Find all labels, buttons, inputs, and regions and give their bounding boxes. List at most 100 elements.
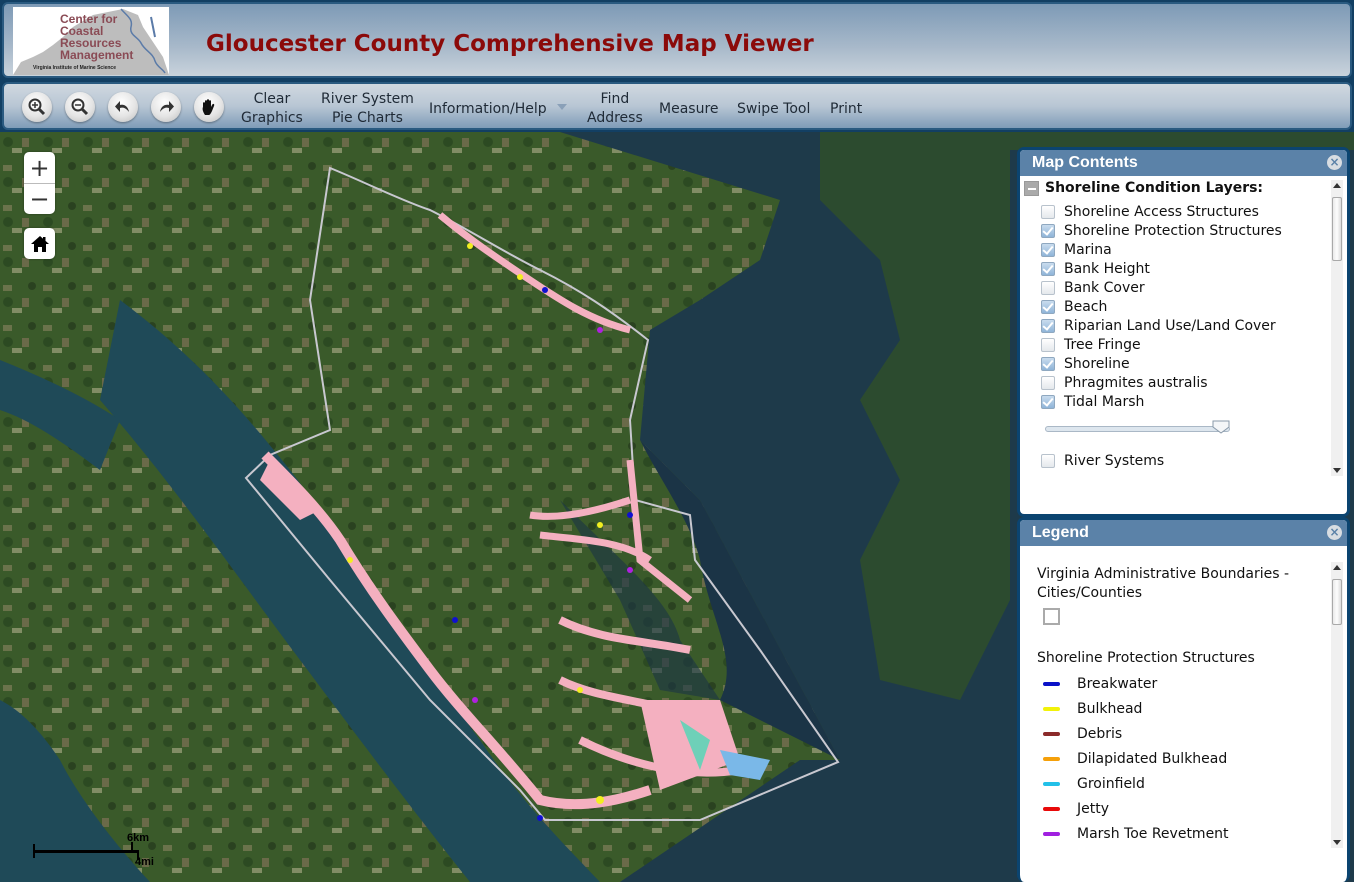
legend-swatch bbox=[1043, 756, 1060, 761]
map-contents-title: Map Contents bbox=[1032, 154, 1138, 171]
zoom-out-icon bbox=[71, 98, 89, 116]
legend-label: Jetty bbox=[1077, 800, 1110, 817]
legend-label: Marsh Toe Revetment bbox=[1077, 825, 1229, 842]
layer-checkbox[interactable] bbox=[1041, 242, 1055, 257]
layer-item[interactable]: Bank Height bbox=[1041, 259, 1150, 278]
zoom-out-tool-button[interactable] bbox=[65, 92, 95, 122]
legend-swatch bbox=[1043, 831, 1060, 836]
zoom-in-tool-button[interactable] bbox=[22, 92, 52, 122]
close-icon[interactable]: × bbox=[1327, 525, 1342, 540]
clear-graphics-line2: Graphics bbox=[241, 110, 303, 126]
information-help-menu[interactable]: Information/Help bbox=[429, 100, 567, 119]
zoom-in-icon bbox=[28, 98, 46, 116]
shoreline-group-header[interactable]: Shoreline Condition Layers: bbox=[1024, 180, 1263, 196]
layer-item[interactable]: Shoreline bbox=[1041, 354, 1130, 373]
pan-button[interactable] bbox=[194, 92, 224, 122]
find-address-button[interactable]: Find Address bbox=[587, 90, 643, 128]
home-icon bbox=[30, 235, 49, 252]
layer-label: Shoreline Access Structures bbox=[1064, 203, 1259, 220]
layer-checkbox[interactable] bbox=[1041, 261, 1055, 276]
map-zoom-in-button[interactable]: + bbox=[24, 152, 55, 183]
legend-swatch bbox=[1043, 706, 1060, 711]
layer-label: Shoreline bbox=[1064, 355, 1130, 372]
river-pie-line1: River System bbox=[321, 91, 414, 107]
information-help-label: Information/Help bbox=[429, 101, 547, 117]
layer-checkbox[interactable] bbox=[1041, 375, 1055, 390]
boundary-swatch bbox=[1043, 608, 1060, 625]
zoom-control: + − bbox=[24, 152, 55, 214]
logo-subtitle: Virginia Institute of Marine Science bbox=[33, 65, 116, 71]
logo-line4: Management bbox=[60, 48, 134, 62]
river-systems-label: River Systems bbox=[1064, 452, 1165, 469]
shoreline-group-label: Shoreline Condition Layers: bbox=[1045, 180, 1264, 196]
layer-label: Tidal Marsh bbox=[1064, 393, 1145, 410]
layer-checkbox[interactable] bbox=[1041, 204, 1055, 219]
layer-item[interactable]: Shoreline Protection Structures bbox=[1041, 221, 1282, 240]
layer-label: Bank Height bbox=[1064, 260, 1150, 277]
legend-title: Legend bbox=[1032, 524, 1089, 541]
undo-arrow-icon bbox=[115, 101, 129, 112]
hand-icon bbox=[202, 99, 215, 115]
print-button[interactable]: Print bbox=[830, 100, 862, 119]
header: Center for Coastal Resources Management … bbox=[0, 0, 1354, 80]
chevron-down-icon bbox=[556, 104, 567, 110]
opacity-slider-track[interactable] bbox=[1045, 426, 1230, 432]
layer-item[interactable]: Riparian Land Use/Land Cover bbox=[1041, 316, 1276, 335]
collapse-icon[interactable] bbox=[1024, 180, 1039, 196]
redo-arrow-icon bbox=[160, 101, 174, 112]
ccrm-logo: Center for Coastal Resources Management … bbox=[13, 7, 169, 75]
layer-item[interactable]: Shoreline Access Structures bbox=[1041, 202, 1259, 221]
layer-label: Beach bbox=[1064, 298, 1108, 315]
layer-item[interactable]: Phragmites australis bbox=[1041, 373, 1208, 392]
home-button[interactable] bbox=[24, 228, 55, 259]
find-address-line1: Find bbox=[600, 91, 630, 107]
legend-label: Groinfield bbox=[1077, 775, 1145, 792]
layer-item[interactable]: Tree Fringe bbox=[1041, 335, 1141, 354]
next-extent-button[interactable] bbox=[151, 92, 181, 122]
clear-graphics-button[interactable]: Clear Graphics bbox=[241, 90, 303, 128]
legend-label: Breakwater bbox=[1077, 675, 1158, 692]
river-pie-charts-button[interactable]: River System Pie Charts bbox=[321, 90, 414, 128]
layer-checkbox[interactable] bbox=[1041, 318, 1055, 333]
layer-checkbox[interactable] bbox=[1041, 394, 1055, 409]
layer-checkbox[interactable] bbox=[1041, 280, 1055, 295]
river-systems-checkbox[interactable] bbox=[1041, 453, 1055, 468]
layer-river-systems[interactable]: River Systems bbox=[1041, 451, 1164, 470]
layer-item[interactable]: Beach bbox=[1041, 297, 1107, 316]
layer-label: Bank Cover bbox=[1064, 279, 1145, 296]
legend-item: Breakwater bbox=[1043, 674, 1157, 693]
legend-swatch bbox=[1043, 681, 1060, 686]
layer-checkbox[interactable] bbox=[1041, 223, 1055, 238]
legend-label: Dilapidated Bulkhead bbox=[1077, 750, 1228, 767]
map-contents-header: Map Contents × bbox=[1020, 150, 1347, 176]
legend-label: Bulkhead bbox=[1077, 700, 1143, 717]
boundaries-title-line1: Virginia Administrative Boundaries - bbox=[1037, 566, 1290, 582]
layer-checkbox[interactable] bbox=[1041, 299, 1055, 314]
layer-item[interactable]: Tidal Marsh bbox=[1041, 392, 1144, 411]
sps-title: Shoreline Protection Structures bbox=[1037, 650, 1255, 666]
layer-label: Shoreline Protection Structures bbox=[1064, 222, 1282, 239]
close-icon[interactable]: × bbox=[1327, 155, 1342, 170]
scale-km-label: 6km bbox=[127, 832, 150, 844]
clear-graphics-line1: Clear bbox=[253, 91, 291, 107]
layer-label: Tree Fringe bbox=[1064, 336, 1141, 353]
scale-mi-label: 4mi bbox=[135, 856, 154, 868]
legend-panel: Legend × Virginia Administrative Boundar… bbox=[1017, 517, 1350, 882]
map-zoom-out-button[interactable]: − bbox=[24, 183, 55, 214]
layer-item[interactable]: Marina bbox=[1041, 240, 1112, 259]
layer-checkbox[interactable] bbox=[1041, 337, 1055, 352]
layer-checkbox[interactable] bbox=[1041, 356, 1055, 371]
contents-scrollbar[interactable] bbox=[1331, 180, 1343, 476]
previous-extent-button[interactable] bbox=[108, 92, 138, 122]
layer-item[interactable]: Bank Cover bbox=[1041, 278, 1145, 297]
legend-scrollbar[interactable] bbox=[1331, 562, 1343, 848]
opacity-slider-handle[interactable] bbox=[1212, 420, 1230, 434]
measure-button[interactable]: Measure bbox=[659, 100, 719, 119]
legend-item: Groinfield bbox=[1043, 774, 1145, 793]
layer-label: Riparian Land Use/Land Cover bbox=[1064, 317, 1276, 334]
layer-label: Phragmites australis bbox=[1064, 374, 1208, 391]
river-pie-line2: Pie Charts bbox=[332, 110, 403, 126]
swipe-tool-button[interactable]: Swipe Tool bbox=[737, 100, 810, 119]
legend-item: Marsh Toe Revetment bbox=[1043, 824, 1229, 843]
legend-swatch bbox=[1043, 781, 1060, 786]
